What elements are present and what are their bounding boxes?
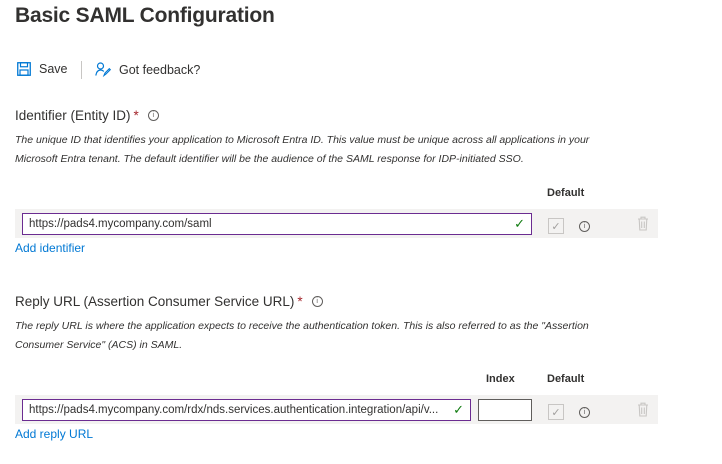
- feedback-icon: [95, 62, 111, 77]
- info-icon[interactable]: i: [579, 221, 590, 232]
- identifier-description-line: Microsoft Entra tenant. The default iden…: [15, 153, 524, 165]
- required-marker: *: [133, 108, 139, 123]
- checkmark-icon: ✓: [453, 402, 464, 417]
- feedback-button[interactable]: Got feedback?: [95, 62, 200, 77]
- add-identifier-link[interactable]: Add identifier: [15, 241, 85, 255]
- default-column-header: Default: [547, 373, 585, 385]
- identifier-description: The unique ID that identifies your appli…: [15, 131, 675, 169]
- identifier-label: Identifier (Entity ID): [15, 108, 131, 123]
- add-reply-url-link[interactable]: Add reply URL: [15, 427, 93, 441]
- reply-url-label: Reply URL (Assertion Consumer Service UR…: [15, 294, 295, 309]
- info-icon[interactable]: i: [579, 407, 590, 418]
- default-column-header: Default: [547, 187, 585, 199]
- reply-url-value: https://pads4.mycompany.com/rdx/nds.serv…: [29, 404, 439, 416]
- reply-url-description-line: Consumer Service" (ACS) in SAML.: [15, 339, 183, 351]
- save-button[interactable]: Save: [17, 62, 68, 76]
- info-icon[interactable]: i: [311, 296, 323, 307]
- trash-icon[interactable]: [637, 402, 649, 422]
- reply-url-description: The reply URL is where the application e…: [15, 317, 675, 355]
- reply-url-input[interactable]: https://pads4.mycompany.com/rdx/nds.serv…: [22, 399, 471, 421]
- default-checkbox[interactable]: ✓: [548, 218, 564, 234]
- page-title: Basic SAML Configuration: [15, 4, 275, 27]
- info-icon[interactable]: i: [147, 110, 159, 121]
- identifier-value: https://pads4.mycompany.com/saml: [29, 218, 212, 230]
- identifier-description-line: The unique ID that identifies your appli…: [15, 134, 590, 146]
- identifier-section-label: Identifier (Entity ID) * i: [15, 108, 159, 123]
- feedback-label: Got feedback?: [119, 62, 201, 77]
- default-checkbox[interactable]: ✓: [548, 404, 564, 420]
- required-marker: *: [297, 294, 303, 309]
- save-icon: [17, 62, 31, 76]
- reply-url-section-label: Reply URL (Assertion Consumer Service UR…: [15, 294, 323, 309]
- index-input[interactable]: [478, 399, 532, 421]
- toolbar-divider: [81, 61, 82, 79]
- trash-icon[interactable]: [637, 216, 649, 236]
- reply-url-description-line: The reply URL is where the application e…: [15, 320, 589, 332]
- identifier-input[interactable]: https://pads4.mycompany.com/saml ✓: [22, 213, 532, 235]
- checkmark-icon: ✓: [514, 216, 525, 231]
- save-label: Save: [39, 62, 68, 76]
- index-column-header: Index: [486, 373, 515, 385]
